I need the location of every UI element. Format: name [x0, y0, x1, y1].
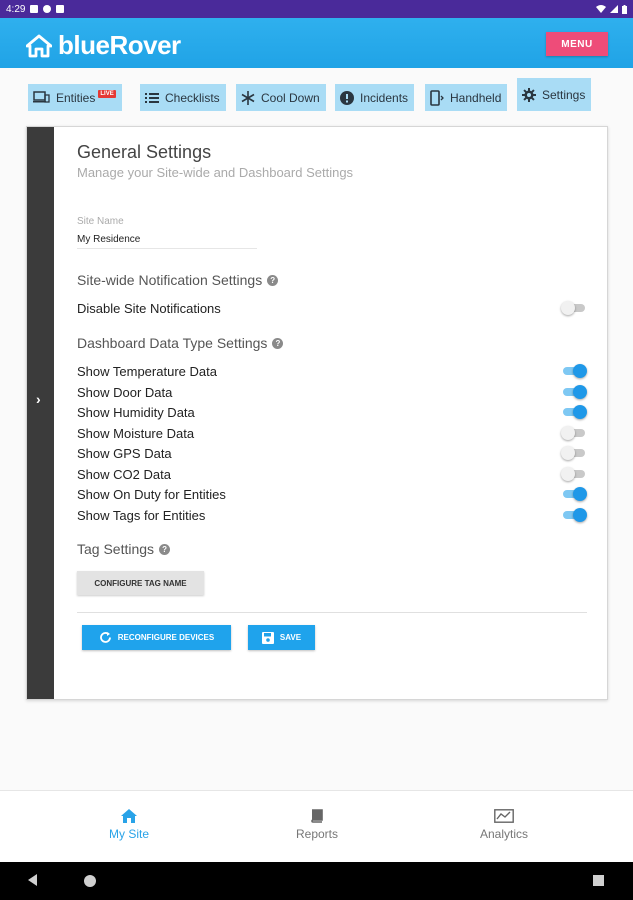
menu-button[interactable]: MENU: [546, 32, 608, 56]
gps-toggle[interactable]: [561, 446, 587, 460]
nav-label: My Site: [108, 827, 149, 841]
recent-apps-icon[interactable]: [593, 875, 604, 886]
datatype-row: Show Humidity Data: [77, 402, 587, 422]
settings-card: › General Settings Manage your Site-wide…: [26, 126, 608, 700]
tab-label: Incidents: [360, 90, 409, 105]
tab-entities[interactable]: Entities LIVE: [28, 84, 122, 111]
reconfigure-devices-button[interactable]: RECONFIGURE DEVICES: [82, 625, 231, 650]
datatype-row: Show Temperature Data: [77, 361, 587, 381]
notification-icon: [30, 5, 39, 13]
home-icon: [121, 809, 137, 823]
on-duty-toggle[interactable]: [561, 487, 587, 501]
setting-label: Disable Site Notifications: [77, 300, 221, 316]
devices-icon: [33, 91, 50, 103]
setting-label: Show CO2 Data: [77, 466, 171, 482]
datatype-row: Show GPS Data: [77, 443, 587, 463]
home-button-icon[interactable]: [84, 875, 96, 887]
save-button[interactable]: SAVE: [248, 625, 315, 650]
nav-reports[interactable]: Reports: [262, 809, 372, 841]
datatype-row: Show On Duty for Entities: [77, 484, 587, 504]
notification-icon: [43, 5, 52, 13]
setting-label: Show Tags for Entities: [77, 507, 206, 523]
nav-label: Analytics: [479, 827, 529, 841]
wifi-icon: [596, 5, 606, 13]
tab-bar: Entities LIVE Checklists Cool Down Incid…: [28, 78, 608, 112]
tab-incidents[interactable]: Incidents: [335, 84, 415, 111]
tab-cool-down[interactable]: Cool Down: [236, 84, 326, 111]
status-time: 4:29: [6, 3, 26, 15]
home-outline-icon: [26, 34, 52, 57]
door-toggle[interactable]: [561, 385, 587, 399]
configure-tag-name-button[interactable]: CONFIGURE TAG NAME: [77, 571, 204, 595]
tab-label: Handheld: [450, 90, 502, 105]
section-heading-text: Dashboard Data Type Settings: [77, 335, 268, 351]
datatype-row: Show Moisture Data: [77, 423, 587, 443]
tags-toggle[interactable]: [561, 508, 587, 522]
live-badge: LIVE: [98, 89, 116, 98]
app-bar: blueRover MENU: [0, 18, 633, 68]
tab-settings[interactable]: Settings: [517, 78, 592, 111]
site-name-input[interactable]: [77, 231, 257, 249]
brand-logo[interactable]: blueRover: [26, 30, 181, 61]
nav-my-site[interactable]: My Site: [74, 809, 184, 841]
button-label: SAVE: [279, 633, 302, 642]
datatype-row: Show CO2 Data: [77, 464, 587, 484]
setting-label: Show Humidity Data: [77, 404, 195, 420]
checklist-icon: [145, 92, 159, 103]
nav-analytics[interactable]: Analytics: [449, 809, 559, 841]
temperature-toggle[interactable]: [561, 364, 587, 378]
datatype-row: Show Tags for Entities: [77, 505, 587, 525]
section-heading-text: Tag Settings: [77, 541, 155, 557]
section-heading-text: Site-wide Notification Settings: [77, 272, 263, 288]
refresh-icon: [99, 632, 111, 643]
setting-label: Show Moisture Data: [77, 425, 195, 441]
moisture-toggle[interactable]: [561, 426, 587, 440]
book-icon: [311, 809, 323, 823]
notification-settings-heading: Site-wide Notification Settings ?: [77, 272, 279, 288]
tab-label: Checklists: [165, 90, 220, 105]
page-title: General Settings: [77, 142, 212, 162]
setting-label: Show GPS Data: [77, 445, 172, 461]
battery-icon: [622, 4, 627, 14]
handheld-icon: [430, 89, 444, 106]
page-subtitle: Manage your Site-wide and Dashboard Sett…: [77, 165, 354, 180]
nav-label: Reports: [295, 827, 339, 841]
gear-icon: [522, 87, 536, 102]
button-label: RECONFIGURE DEVICES: [117, 633, 215, 642]
tag-settings-heading: Tag Settings ?: [77, 541, 171, 557]
system-navigation-bar: [0, 862, 633, 900]
tab-handheld[interactable]: Handheld: [425, 84, 508, 111]
setting-label: Show On Duty for Entities: [77, 486, 226, 502]
datatype-row: Show Door Data: [77, 382, 587, 402]
back-icon[interactable]: [28, 874, 37, 886]
tab-label: Entities: [56, 90, 96, 105]
site-name-label: Site Name: [77, 216, 124, 227]
brand-name: blueRover: [58, 30, 181, 60]
chevron-right-icon: ›: [36, 391, 41, 407]
setting-label: Show Temperature Data: [77, 363, 217, 379]
analytics-icon: [494, 809, 514, 823]
help-icon[interactable]: ?: [267, 274, 279, 286]
setting-label: Show Door Data: [77, 384, 173, 400]
side-drawer-toggle[interactable]: ›: [27, 127, 54, 699]
disable-notifications-toggle[interactable]: [561, 301, 587, 315]
tab-label: Settings: [542, 87, 586, 102]
tab-label: Cool Down: [261, 90, 320, 105]
bottom-navigation: My Site Reports Analytics: [0, 790, 633, 862]
co2-toggle[interactable]: [561, 467, 587, 481]
disable-notifications-row: Disable Site Notifications: [77, 298, 587, 318]
alert-icon: [340, 90, 354, 105]
notification-icon: [56, 5, 65, 13]
snowflake-icon: [241, 90, 255, 105]
tab-checklists[interactable]: Checklists: [140, 84, 226, 111]
humidity-toggle[interactable]: [561, 405, 587, 419]
help-icon[interactable]: ?: [159, 543, 171, 555]
signal-icon: [610, 5, 618, 13]
save-icon: [261, 631, 274, 644]
divider: [77, 612, 587, 613]
help-icon[interactable]: ?: [272, 337, 284, 349]
datatype-settings-heading: Dashboard Data Type Settings ?: [77, 335, 284, 351]
status-bar: 4:29: [0, 0, 633, 18]
